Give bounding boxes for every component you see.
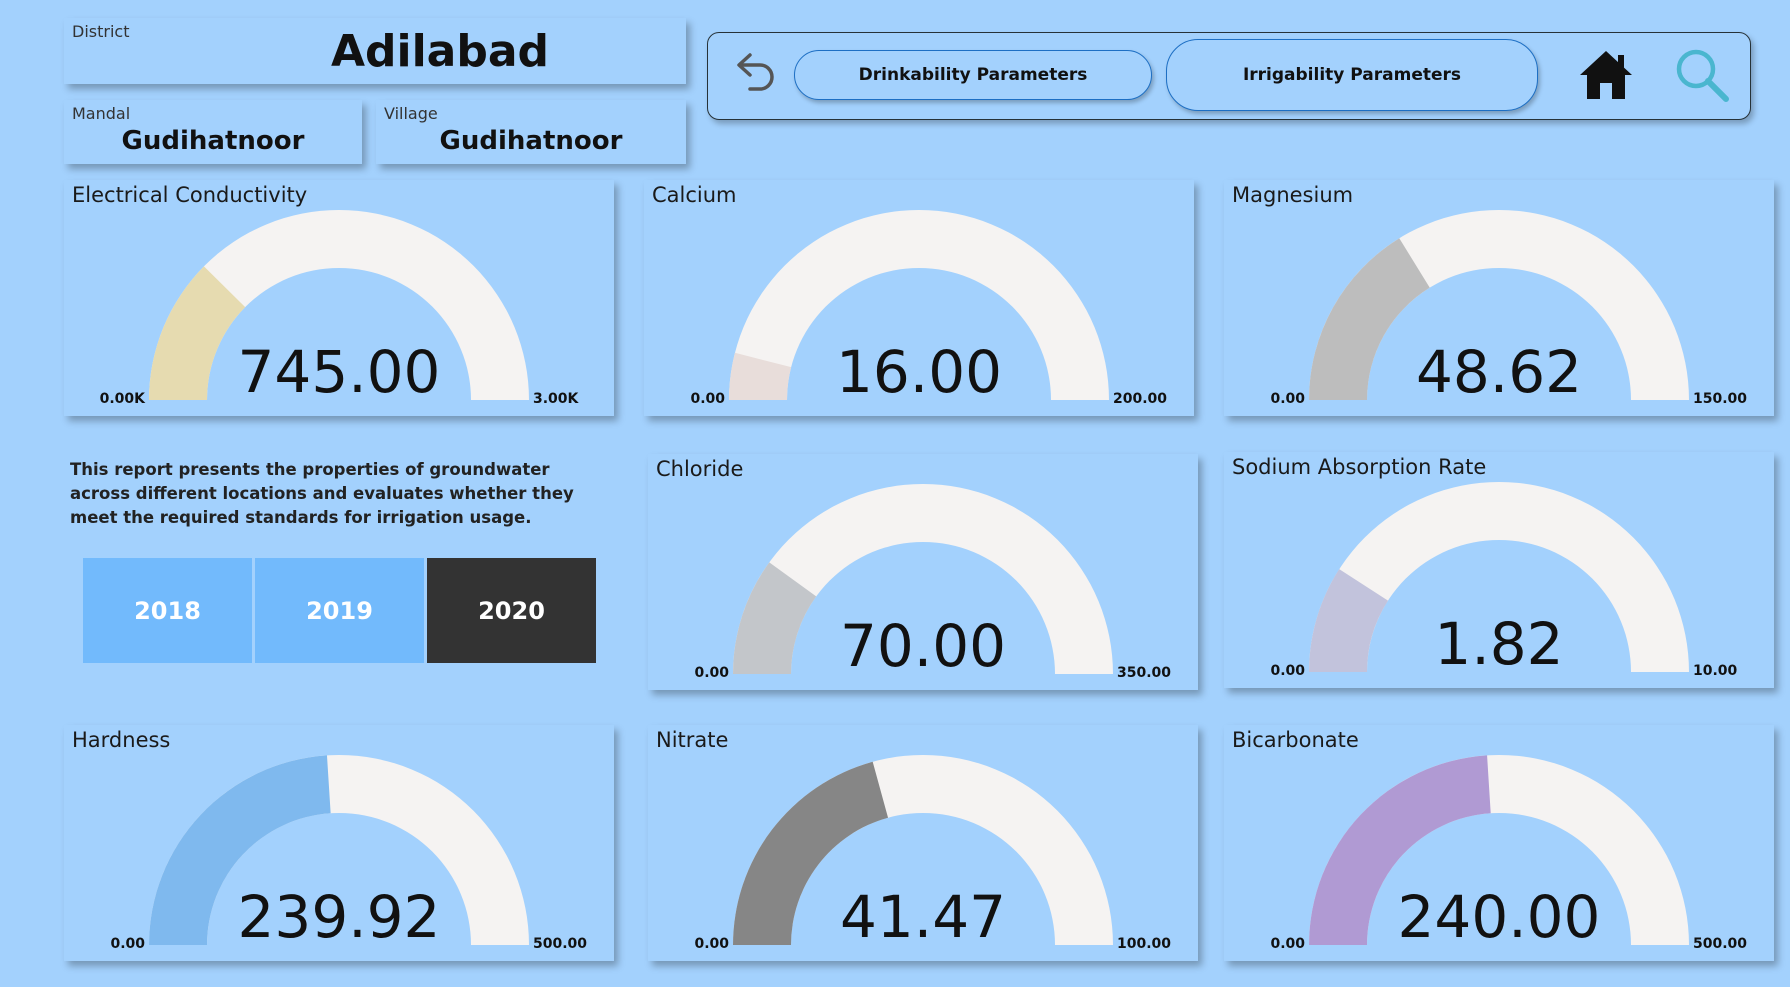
report-description: This report presents the properties of g…	[70, 460, 574, 527]
undo-arrow-icon[interactable]	[730, 53, 774, 99]
gauge-fill	[1309, 238, 1430, 400]
gauge-card-calcium: Calcium 16.00 0.00 200.00	[644, 180, 1194, 416]
mandal-slicer[interactable]: Mandal Gudihatnoor	[64, 100, 362, 164]
search-icon[interactable]	[1674, 47, 1730, 103]
gauge-hardness: 239.92 0.00 500.00	[110, 755, 587, 952]
home-icon[interactable]	[1578, 49, 1634, 101]
gauge-nitrate: 41.47 0.00 100.00	[694, 755, 1171, 952]
village-slicer[interactable]: Village Gudihatnoor	[376, 100, 686, 164]
gauge-min-label: 0.00	[1270, 391, 1305, 407]
gauge-value: 239.92	[238, 883, 441, 951]
mandal-value: Gudihatnoor	[121, 126, 305, 156]
gauge-card-nitrate: Nitrate 41.47 0.00 100.00	[648, 725, 1198, 961]
gauge-value: 16.00	[836, 338, 1002, 406]
gauge-value: 48.62	[1416, 338, 1582, 406]
gauge-min-label: 0.00	[110, 936, 145, 952]
drinkability-parameters-button[interactable]: Drinkability Parameters	[794, 50, 1152, 100]
drinkability-label: Drinkability Parameters	[858, 65, 1088, 85]
gauge-min-label: 0.00	[694, 665, 729, 681]
gauge-max-label: 500.00	[533, 936, 587, 952]
gauge-value: 70.00	[840, 612, 1006, 680]
mandal-label: Mandal	[72, 104, 131, 123]
navigation-bar: Drinkability Parameters Irrigability Par…	[707, 32, 1751, 120]
year-label-2019: 2019	[306, 596, 373, 625]
irrigability-label: Irrigability Parameters	[1242, 65, 1462, 85]
year-button-2019[interactable]: 2019	[255, 558, 424, 663]
gauge-card-electrical-conductivity: Electrical Conductivity 745.00 0.00K 3.00K	[64, 180, 614, 416]
gauge-card-bicarbonate: Bicarbonate 240.00 0.00 500.00	[1224, 725, 1774, 961]
gauge-value: 41.47	[840, 883, 1006, 951]
gauge-value: 745.00	[238, 338, 441, 406]
district-slicer[interactable]: District Adilabad	[64, 18, 686, 84]
gauge-max-label: 3.00K	[533, 391, 580, 407]
year-button-2018[interactable]: 2018	[83, 558, 252, 663]
gauge-min-label: 0.00	[1270, 663, 1305, 679]
irrigability-parameters-button[interactable]: Irrigability Parameters	[1166, 39, 1538, 111]
gauge-card-magnesium: Magnesium 48.62 0.00 150.00	[1224, 180, 1774, 416]
village-value: Gudihatnoor	[439, 126, 623, 156]
gauge-max-label: 150.00	[1693, 391, 1747, 407]
district-value: Adilabad	[330, 26, 550, 77]
gauge-max-label: 350.00	[1117, 665, 1171, 681]
gauge-card-chloride: Chloride 70.00 0.00 350.00	[648, 454, 1198, 690]
gauge-card-hardness: Hardness 239.92 0.00 500.00	[64, 725, 614, 961]
gauge-min-label: 0.00	[1270, 936, 1305, 952]
gauge-card-sodium-absorption-rate: Sodium Absorption Rate 1.82 0.00 10.00	[1224, 452, 1774, 688]
year-label-2020: 2020	[478, 596, 545, 625]
gauge-magnesium: 48.62 0.00 150.00	[1270, 210, 1747, 407]
gauge-min-label: 0.00	[690, 391, 725, 407]
gauge-max-label: 10.00	[1693, 663, 1738, 679]
gauge-chloride: 70.00 0.00 350.00	[694, 484, 1171, 681]
gauge-value: 1.82	[1434, 610, 1563, 678]
year-button-2020[interactable]: 2020	[427, 558, 596, 663]
gauge-min-label: 0.00K	[100, 391, 147, 407]
gauge-min-label: 0.00	[694, 936, 729, 952]
village-label: Village	[384, 104, 438, 123]
gauge-sodium-absorption-rate: 1.82 0.00 10.00	[1270, 482, 1738, 679]
gauge-bicarbonate: 240.00 0.00 500.00	[1270, 755, 1747, 952]
gauge-calcium: 16.00 0.00 200.00	[690, 210, 1167, 407]
gauge-max-label: 100.00	[1117, 936, 1171, 952]
gauge-electrical-conductivity: 745.00 0.00K 3.00K	[100, 210, 580, 407]
gauge-max-label: 200.00	[1113, 391, 1167, 407]
gauge-value: 240.00	[1398, 883, 1601, 951]
gauge-max-label: 500.00	[1693, 936, 1747, 952]
year-label-2018: 2018	[134, 596, 201, 625]
